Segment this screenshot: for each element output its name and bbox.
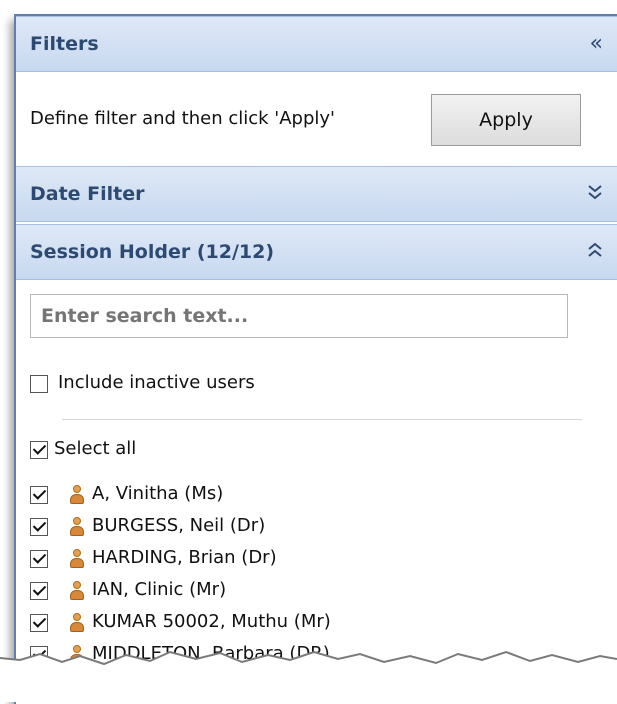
select-all-label: Select all — [54, 438, 137, 459]
session-holder-title: Session Holder (12/12) — [30, 241, 275, 263]
filter-instruction: Define filter and then click 'Apply' — [30, 108, 335, 129]
date-filter-title: Date Filter — [30, 183, 145, 205]
user-name: A, Vinitha (Ms) — [92, 483, 224, 504]
user-name: KUMAR 50002, Muthu (Mr) — [92, 611, 331, 632]
include-inactive-checkbox[interactable] — [30, 375, 48, 393]
double-chevron-down-icon — [588, 185, 602, 200]
user-icon — [70, 485, 84, 505]
user-checkbox[interactable] — [30, 518, 48, 536]
date-filter-header[interactable]: Date Filter — [16, 166, 617, 222]
user-checkbox[interactable] — [30, 582, 48, 600]
user-checkbox[interactable] — [30, 550, 48, 568]
user-name: HARDING, Brian (Dr) — [92, 547, 277, 568]
filters-panel: Filters « Define filter and then click '… — [14, 14, 617, 704]
include-inactive-label: Include inactive users — [58, 372, 255, 393]
filters-title: Filters — [30, 33, 99, 55]
user-icon — [70, 613, 84, 633]
filters-header: Filters « — [16, 16, 617, 72]
apply-button[interactable]: Apply — [431, 94, 581, 146]
collapse-panel-icon[interactable]: « — [590, 33, 603, 55]
user-icon — [70, 517, 84, 537]
collapse-chevron-icon[interactable] — [587, 241, 603, 263]
search-input[interactable] — [30, 294, 568, 338]
session-holder-header[interactable]: Session Holder (12/12) — [16, 224, 617, 280]
user-checkbox[interactable] — [30, 486, 48, 504]
user-name: IAN, Clinic (Mr) — [92, 579, 227, 600]
divider — [62, 419, 582, 420]
user-icon — [70, 581, 84, 601]
torn-edge — [0, 650, 617, 702]
user-checkbox[interactable] — [30, 614, 48, 632]
select-all-checkbox[interactable] — [30, 441, 48, 459]
double-chevron-up-icon — [588, 242, 602, 257]
expand-chevron-icon[interactable] — [587, 183, 603, 205]
user-name: BURGESS, Neil (Dr) — [92, 515, 266, 536]
user-icon — [70, 549, 84, 569]
apply-row: Define filter and then click 'Apply' App… — [16, 74, 617, 166]
